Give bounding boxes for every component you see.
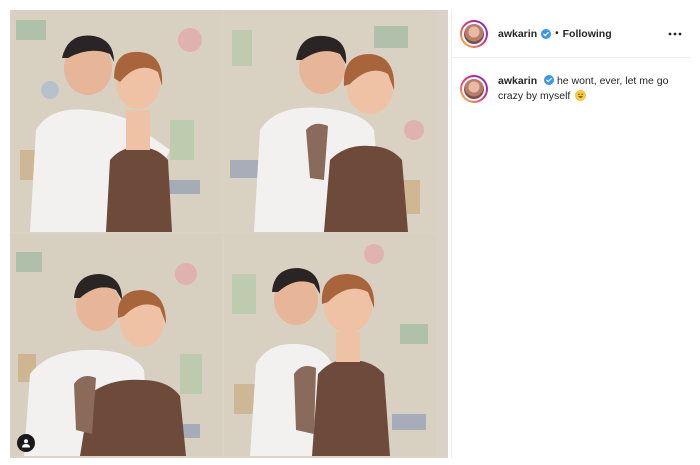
post-photo[interactable] (10, 10, 448, 458)
caption-username[interactable]: awkarin (498, 75, 537, 87)
photo-tile-4 (224, 234, 436, 456)
author-avatar[interactable] (460, 19, 488, 48)
photo-tile-3 (10, 234, 222, 456)
photo-tile-3-image (10, 234, 222, 456)
photo-tile-1-image (10, 10, 222, 232)
verified-badge-icon (544, 75, 555, 85)
grinning-sweat-emoji-icon (575, 90, 587, 101)
post-sidebar: awkarin • Following awkarin he wont, eve… (451, 10, 691, 458)
author-username[interactable]: awkarin (498, 28, 537, 40)
caption-avatar-image (462, 77, 486, 101)
user-tag-icon[interactable] (17, 434, 35, 452)
author-avatar-image (462, 21, 486, 46)
photo-tile-1 (10, 10, 222, 232)
instagram-post: awkarin • Following awkarin he wont, eve… (0, 0, 700, 465)
verified-badge-icon (541, 28, 552, 39)
header-separator: • (555, 28, 559, 39)
photo-tile-4-image (224, 234, 436, 456)
photo-tile-2 (224, 10, 436, 232)
caption-body: awkarin he wont, ever, let me go crazy b… (498, 74, 678, 104)
user-tag-glyph (22, 439, 30, 448)
photo-tile-2-image (224, 10, 436, 232)
caption-comment: awkarin he wont, ever, let me go crazy b… (452, 58, 691, 104)
post-header: awkarin • Following (452, 10, 691, 58)
following-button[interactable]: Following (563, 28, 612, 40)
more-dots (668, 32, 682, 35)
more-horizontal-icon[interactable] (667, 26, 683, 42)
caption-avatar[interactable] (460, 75, 488, 103)
